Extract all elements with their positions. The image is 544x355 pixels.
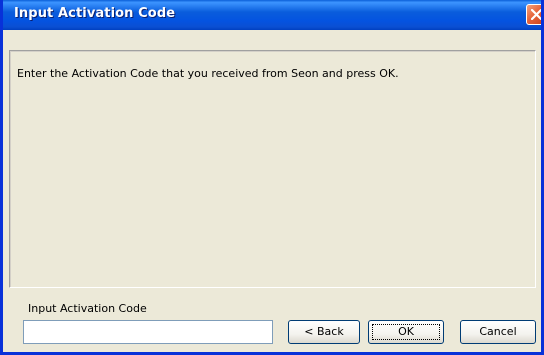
- activation-code-label: Input Activation Code: [28, 302, 147, 315]
- activation-code-input[interactable]: [23, 320, 273, 344]
- close-icon: [531, 9, 541, 20]
- cancel-button[interactable]: Cancel: [460, 320, 536, 344]
- window-title: Input Activation Code: [14, 6, 176, 21]
- ok-button[interactable]: OK: [368, 320, 444, 344]
- message-panel: [9, 50, 536, 288]
- back-button[interactable]: < Back: [288, 320, 360, 344]
- title-bar[interactable]: Input Activation Code: [3, 0, 541, 30]
- instruction-text: Enter the Activation Code that you recei…: [17, 67, 399, 80]
- ok-button-label: OK: [398, 325, 414, 338]
- close-button[interactable]: [526, 4, 541, 25]
